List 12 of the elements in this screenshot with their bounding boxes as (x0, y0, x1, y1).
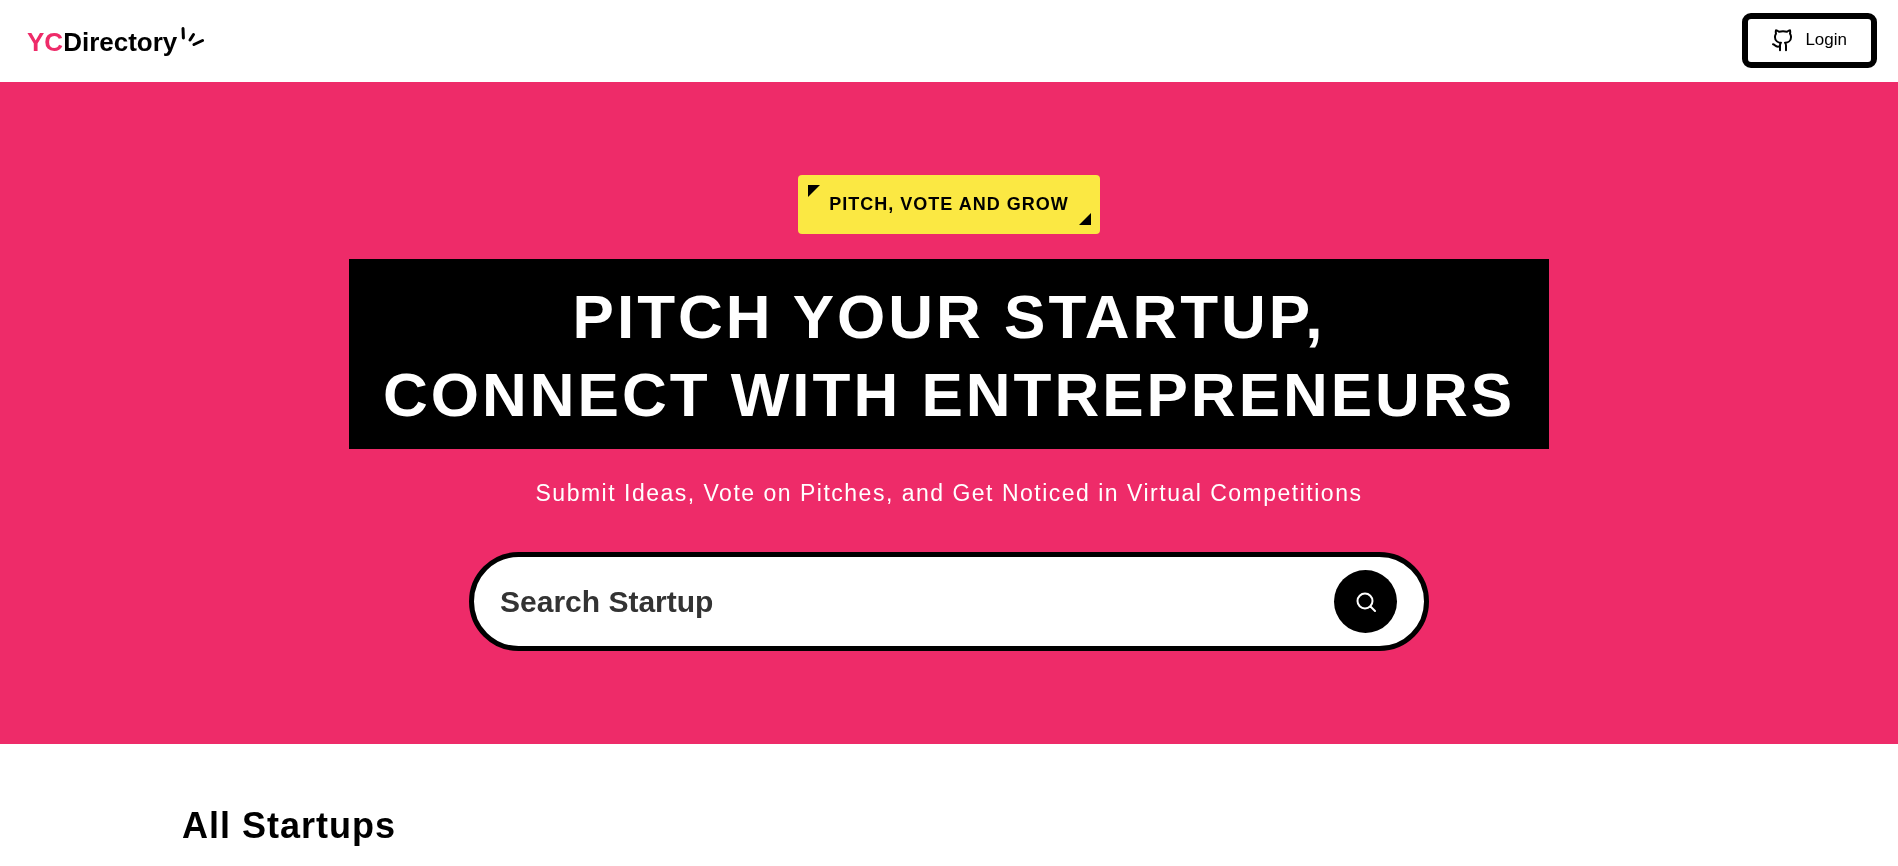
search-icon (1355, 591, 1376, 612)
corner-triangle-icon (808, 185, 821, 197)
section-title: All Startups (182, 804, 397, 847)
search-field[interactable]: Search Startup (469, 552, 1429, 651)
login-button[interactable]: Login (1742, 12, 1877, 68)
hero-subheading: Submit Ideas, Vote on Pitches, and Get Noticed in Virtual Competitions (535, 479, 1363, 507)
sparkle-icon (180, 26, 205, 47)
hero-heading: PITCH YOUR STARTUP, CONNECT WITH ENTREPRENEURS (349, 259, 1549, 449)
logo-link[interactable]: YCDirectory (27, 26, 205, 57)
cat-outline-icon (1772, 28, 1793, 52)
tagline-text: PITCH, VOTE AND GROW (829, 193, 1069, 216)
corner-triangle-icon (1078, 213, 1091, 225)
